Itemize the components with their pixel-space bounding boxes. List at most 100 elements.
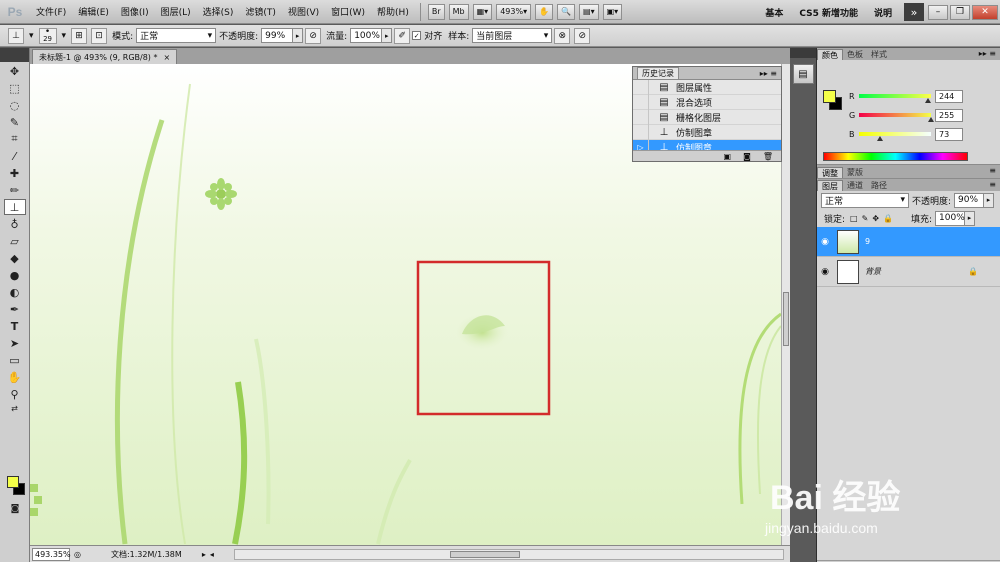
menu-layer[interactable]: 图层(L)	[155, 5, 197, 18]
menu-window[interactable]: 窗口(W)	[325, 5, 371, 18]
green-slider-knob[interactable]	[928, 117, 934, 122]
mini-bridge-button[interactable]: Mb	[448, 3, 469, 20]
blend-mode-select[interactable]: 正常 ▾	[821, 192, 909, 208]
history-source-checkbox[interactable]	[633, 79, 649, 95]
quick-mask-icon[interactable]: ◙	[4, 501, 26, 517]
workspace-basic[interactable]: 基本	[757, 6, 791, 19]
workspace-cs5-new[interactable]: CS5 新增功能	[791, 6, 866, 19]
close-button[interactable]: ✕	[972, 4, 998, 20]
tools-panel-grip[interactable]	[0, 48, 29, 62]
horizontal-scroll-thumb[interactable]	[449, 550, 520, 558]
healing-brush-tool-icon[interactable]: ✚	[4, 165, 26, 181]
history-source-checkbox[interactable]	[633, 124, 649, 140]
color-spectrum-ramp[interactable]	[823, 152, 968, 161]
layer-name[interactable]: 背景	[865, 266, 968, 277]
zoom-level-select[interactable]: 493% ▾	[496, 3, 532, 20]
tab-adjustments[interactable]: 调整	[817, 167, 843, 178]
tab-layers[interactable]: 图层	[817, 180, 843, 191]
move-tool-icon[interactable]: ✥	[4, 63, 26, 79]
menu-image[interactable]: 图像(I)	[115, 5, 155, 18]
tab-color[interactable]: 颜色	[817, 49, 843, 60]
sample-select[interactable]: 当前图层 ▾	[472, 28, 553, 43]
zoom-readout[interactable]: 493.35%	[32, 547, 71, 561]
blue-value[interactable]: 73	[935, 127, 963, 141]
clone-stamp-tool-icon[interactable]: ⊥	[3, 199, 26, 215]
menu-edit[interactable]: 编辑(E)	[72, 5, 115, 18]
green-slider[interactable]	[859, 113, 934, 122]
brush-preset-picker[interactable]: • 29	[38, 27, 57, 44]
ignore-adjustment-icon[interactable]: ⊗	[554, 27, 571, 44]
green-value[interactable]: 255	[935, 108, 963, 122]
history-item[interactable]: ⊥ 仿制图章	[633, 124, 781, 140]
history-item[interactable]: ▤ 混合选项	[633, 94, 781, 110]
snapshot-icon[interactable]: ◙	[743, 152, 751, 161]
tab-paths[interactable]: 路径	[867, 180, 891, 191]
layer-opacity-input[interactable]: 90%	[954, 192, 985, 208]
blue-slider-knob[interactable]	[876, 136, 883, 141]
flow-slider-arrow[interactable]: ▸	[382, 28, 393, 43]
menu-help[interactable]: 帮助(H)	[371, 5, 415, 18]
eraser-tool-icon[interactable]: ▱	[4, 233, 26, 249]
foreground-color-swatch[interactable]	[7, 476, 19, 488]
menu-select[interactable]: 选择(S)	[197, 5, 240, 18]
status-info-icon[interactable]: ◎	[74, 550, 81, 559]
crop-tool-icon[interactable]: ⌗	[4, 131, 26, 147]
screen-mode-button[interactable]: ▣▾	[602, 3, 623, 20]
lock-position-icon[interactable]: ✥	[872, 214, 879, 223]
shape-tool-icon[interactable]: ▭	[4, 352, 26, 368]
tab-swatches[interactable]: 色板	[843, 49, 867, 60]
panel-menu-icon[interactable]: ≡	[989, 166, 996, 175]
history-item[interactable]: ▤ 图层属性	[633, 79, 781, 95]
path-select-tool-icon[interactable]: ➤	[4, 335, 26, 351]
brush-preset-arrow[interactable]: ▾	[62, 31, 67, 41]
airbrush-icon[interactable]: ✐	[394, 27, 411, 44]
foreground-color-swatch[interactable]	[823, 90, 836, 103]
restore-button[interactable]: ❐	[950, 4, 970, 20]
lasso-tool-icon[interactable]: ◌	[4, 97, 26, 113]
minimize-button[interactable]: –	[928, 4, 948, 20]
tab-masks[interactable]: 蒙版	[843, 167, 867, 178]
panel-menu-icon[interactable]: ≡	[989, 180, 996, 189]
horizontal-scrollbar[interactable]	[233, 548, 784, 560]
lock-transparent-icon[interactable]: □	[850, 214, 858, 223]
hand-tool-button[interactable]: ✋	[535, 3, 554, 20]
workspace-more-button[interactable]: »	[904, 3, 924, 21]
close-icon[interactable]: ×	[163, 53, 170, 62]
red-slider[interactable]	[859, 94, 931, 103]
history-brush-tool-icon[interactable]: ♁	[4, 216, 26, 232]
brush-panel-icon[interactable]: ⊞	[71, 27, 88, 44]
mode-select[interactable]: 正常 ▾	[136, 28, 217, 43]
red-slider-knob[interactable]	[924, 98, 931, 103]
type-tool-icon[interactable]: T	[4, 318, 26, 334]
blur-tool-icon[interactable]: ●	[4, 267, 26, 283]
layer-row-selected[interactable]: ◉ 9	[817, 227, 1000, 257]
history-panel-button[interactable]: ▤	[792, 64, 814, 84]
layer-name[interactable]: 9	[865, 237, 870, 246]
lock-pixels-icon[interactable]: ✎	[862, 214, 869, 223]
new-document-from-state-icon[interactable]: ▣	[724, 152, 732, 161]
layer-row[interactable]: ◉ 背景 🔒	[817, 257, 1000, 287]
blue-slider[interactable]	[859, 132, 931, 141]
paint-bucket-tool-icon[interactable]: ◆	[4, 250, 26, 266]
view-extras-button[interactable]: ▦▾	[472, 3, 493, 20]
workspace-help[interactable]: 说明	[866, 6, 900, 19]
fill-input[interactable]: 100%	[935, 210, 966, 226]
red-value[interactable]: 244	[935, 89, 963, 103]
document-tab[interactable]: 未标题-1 @ 493% (9, RGB/8) * ×	[32, 49, 178, 64]
zoom-tool-icon[interactable]: ⚲	[4, 386, 26, 402]
zoom-tool-button[interactable]: 🔍	[557, 3, 576, 20]
pen-tool-icon[interactable]: ✒	[4, 301, 26, 317]
pressure-opacity-icon[interactable]: ⊘	[305, 27, 322, 44]
layer-opacity-arrow[interactable]: ▸	[984, 192, 995, 208]
eyedropper-tool-icon[interactable]: ⁄	[4, 148, 26, 164]
history-source-checkbox[interactable]	[633, 94, 649, 110]
clone-source-icon[interactable]: ⊡	[91, 27, 108, 44]
lock-icon[interactable]: 🔒	[883, 214, 893, 223]
hand-tool-icon[interactable]: ✋	[4, 369, 26, 385]
brush-tool-icon[interactable]: ✏	[4, 182, 26, 198]
flow-input[interactable]: 100%	[350, 28, 383, 43]
history-tab[interactable]: 历史记录	[637, 67, 679, 79]
opacity-slider-arrow[interactable]: ▸	[293, 28, 304, 43]
scroll-left-arrow[interactable]: ◂	[210, 550, 214, 559]
tool-preset-arrow[interactable]: ▾	[29, 31, 34, 41]
